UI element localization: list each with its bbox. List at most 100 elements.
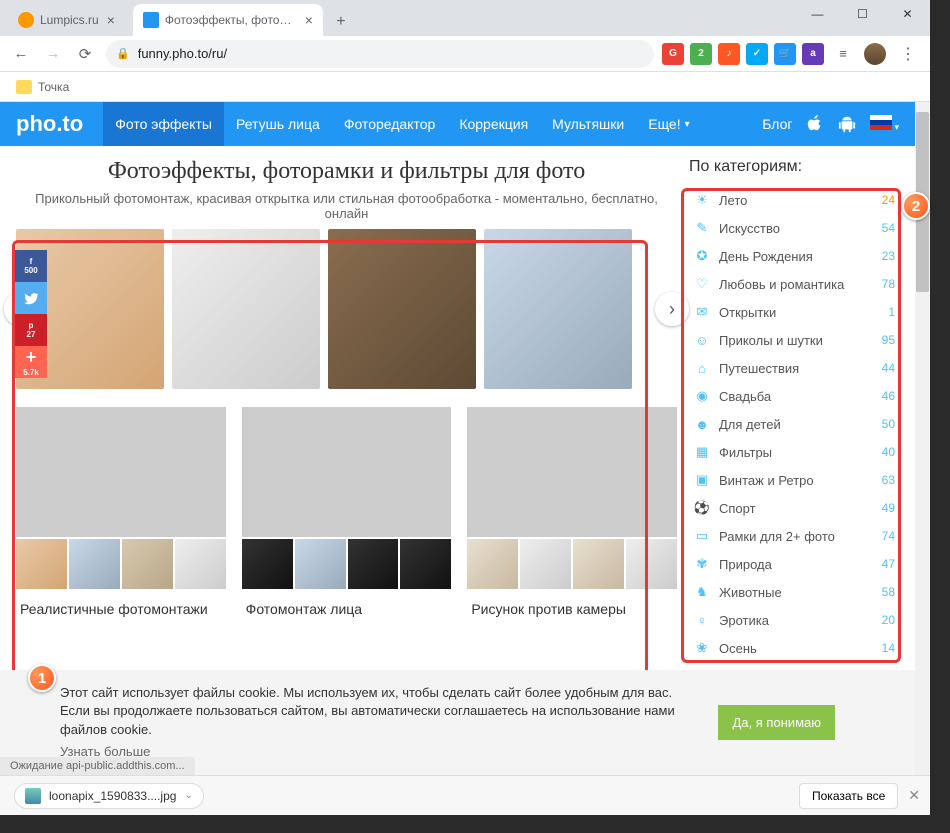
category-icon: ▭ [693,527,711,545]
card-thumb [175,539,226,589]
category-item[interactable]: ♞Животные58 [689,578,899,606]
category-icon: ▦ [693,443,711,461]
url-text: funny.pho.to/ru/ [138,46,227,61]
card-thumb [242,539,293,589]
category-item[interactable]: ☻Для детей50 [689,410,899,438]
favicon-icon [143,12,159,28]
category-item[interactable]: ▭Рамки для 2+ фото74 [689,522,899,550]
annotation-badge-2: 2 [902,192,930,220]
nav-editor[interactable]: Фоторедактор [332,102,448,146]
category-name: Животные [719,585,782,600]
forward-button[interactable]: → [38,39,68,69]
site-logo[interactable]: pho.to [16,111,83,137]
extension-icon[interactable]: a [802,43,824,65]
card-thumb [295,539,346,589]
reload-button[interactable]: ⟳ [70,39,100,69]
category-name: Осень [719,641,757,656]
tab-title: Lumpics.ru [40,13,99,27]
close-tab-icon[interactable]: × [305,12,313,28]
new-tab-button[interactable]: + [327,8,355,36]
flag-ru-icon [870,115,892,130]
carousel-item[interactable] [484,229,632,389]
nav-effects[interactable]: Фото эффекты [103,102,224,146]
nav-retouch[interactable]: Ретушь лица [224,102,332,146]
category-card[interactable]: Реалистичные фотомонтажи [16,407,226,629]
carousel-item[interactable] [328,229,476,389]
share-twitter[interactable] [15,282,47,314]
chevron-down-icon: ⌄ [184,790,192,801]
cookie-accept-button[interactable]: Да, я понимаю [718,705,835,740]
share-more[interactable]: +5.7k [15,346,47,378]
close-downloads-button[interactable]: ✕ [908,787,920,804]
share-facebook[interactable]: f500 [15,250,47,282]
category-count: 50 [882,417,895,431]
category-item[interactable]: ◉Свадьба46 [689,382,899,410]
profile-avatar[interactable] [864,43,886,65]
category-icon: ❀ [693,639,711,657]
category-name: Фильтры [719,445,772,460]
extension-icon[interactable]: 🛒 [774,43,796,65]
language-selector[interactable]: ▾ [870,115,899,133]
bookmark-label: Точка [38,80,69,94]
nav-cartoons[interactable]: Мультяшки [540,102,636,146]
category-item[interactable]: ❀ Осень 14 [689,634,899,662]
category-item[interactable]: ▦Фильтры40 [689,438,899,466]
category-count: 23 [882,249,895,263]
apple-icon[interactable] [806,115,824,133]
category-item[interactable]: ▣Винтаж и Ретро63 [689,466,899,494]
browser-tab-0[interactable]: Lumpics.ru × [8,4,125,36]
category-name: Эротика [719,613,769,628]
category-item[interactable]: ⌂Путешествия44 [689,354,899,382]
card-thumb [122,539,173,589]
card-thumb [520,539,571,589]
menu-button[interactable]: ⋮ [892,44,924,64]
category-item[interactable]: ☀Лето24 [689,186,899,214]
share-pinterest[interactable]: p27 [15,314,47,346]
category-item[interactable]: ☺Приколы и шутки95 [689,326,899,354]
category-icon: ♡ [693,275,711,293]
category-item[interactable]: ♀Эротика20 [689,606,899,634]
address-bar[interactable]: 🔒 funny.pho.to/ru/ [106,40,654,68]
category-item[interactable]: ✎Искусство54 [689,214,899,242]
category-icon: ♞ [693,583,711,601]
category-card[interactable]: Рисунок против камеры [467,407,677,629]
category-count: 24 [882,193,895,207]
category-item[interactable]: ✾Природа47 [689,550,899,578]
reading-list-icon[interactable]: ≡ [828,39,858,69]
carousel-next-button[interactable]: › [655,292,689,326]
download-item[interactable]: loonapix_1590833....jpg ⌄ [14,783,204,809]
close-tab-icon[interactable]: × [107,12,115,28]
lock-icon: 🔒 [116,47,130,60]
android-icon[interactable] [838,115,856,133]
extension-icon[interactable]: ✓ [746,43,768,65]
category-icon: ▣ [693,471,711,489]
category-item[interactable]: ✉Открытки1 [689,298,899,326]
close-window-button[interactable]: ✕ [885,0,930,28]
card-image [242,407,452,537]
status-bar: Ожидание api-public.addthis.com... [0,757,195,775]
back-button[interactable]: ← [6,39,36,69]
category-item[interactable]: ✪День Рождения23 [689,242,899,270]
category-item[interactable]: ♡Любовь и романтика78 [689,270,899,298]
nav-blog[interactable]: Блог [762,116,792,132]
card-thumb [573,539,624,589]
nav-more[interactable]: Еще!▾ [636,102,701,146]
category-item[interactable]: ⚽Спорт49 [689,494,899,522]
browser-tab-1[interactable]: Фотоэффекты, фоторамки и фи × [133,4,323,36]
extension-icon[interactable]: G [662,43,684,65]
category-count: 14 [882,641,895,655]
category-name: Искусство [719,221,780,236]
category-count: 44 [882,361,895,375]
bookmark-item[interactable]: Точка [10,77,75,97]
category-card[interactable]: Фотомонтаж лица [242,407,452,629]
category-count: 74 [882,529,895,543]
card-thumb [400,539,451,589]
minimize-button[interactable]: — [795,0,840,28]
maximize-button[interactable]: ☐ [840,0,885,28]
extension-icon[interactable]: 2 [690,43,712,65]
category-icon: ◉ [693,387,711,405]
extension-icon[interactable]: ♪ [718,43,740,65]
carousel-item[interactable] [172,229,320,389]
nav-correction[interactable]: Коррекция [447,102,540,146]
show-all-downloads-button[interactable]: Показать все [799,783,898,809]
